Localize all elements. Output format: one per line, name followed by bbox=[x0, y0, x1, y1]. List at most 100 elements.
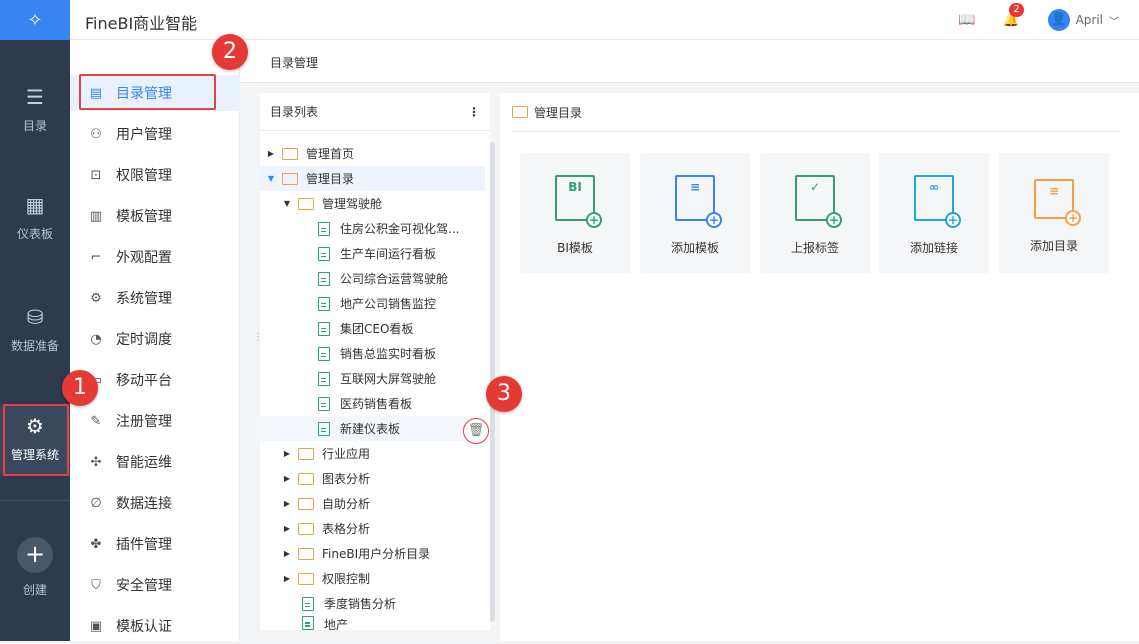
step-marker-1: 1 bbox=[62, 370, 98, 406]
tree-item-report[interactable]: 销售总监实时看板 bbox=[260, 341, 485, 366]
add-report-tag-card[interactable]: ✓ + 上报标签 bbox=[760, 153, 870, 273]
caret-right-icon: ▶ bbox=[283, 499, 291, 508]
step-marker-2: 2 bbox=[212, 34, 248, 70]
add-folder-card[interactable]: ≡ + 添加目录 bbox=[999, 153, 1109, 273]
submenu-item-templates[interactable]: ▥ 模板管理 bbox=[70, 198, 240, 234]
tree-item-label: 住房公积金可视化驾... bbox=[340, 222, 460, 236]
link-icon: ∞ + bbox=[914, 175, 961, 228]
tree-item-report[interactable]: 医药销售看板 bbox=[260, 391, 485, 416]
tree-item-catalog[interactable]: ▼ 管理目录 bbox=[260, 166, 485, 191]
tree-item-label: 自助分析 bbox=[322, 497, 371, 511]
user-menu[interactable]: 👤 April ﹀ bbox=[1047, 9, 1119, 31]
report-icon bbox=[302, 596, 314, 611]
tree-item-report[interactable]: 季度销售分析 bbox=[260, 591, 485, 616]
report-icon bbox=[318, 221, 330, 236]
tree-item-label: 管理目录 bbox=[306, 172, 355, 186]
submenu-item-label: 权限管理 bbox=[116, 168, 172, 184]
create-button[interactable]: + bbox=[17, 537, 53, 573]
certificate-icon: ▣ bbox=[89, 618, 103, 634]
submenu-item-label: 外观配置 bbox=[116, 250, 172, 266]
tree-item-label: 行业应用 bbox=[322, 447, 371, 461]
card-label: 添加目录 bbox=[1029, 239, 1078, 253]
tree-item-folder[interactable]: ▶ 行业应用 bbox=[260, 441, 485, 466]
submenu-item-register[interactable]: ✎ 注册管理 bbox=[70, 403, 240, 439]
register-icon: ✎ bbox=[90, 413, 102, 429]
submenu-item-label: 安全管理 bbox=[116, 578, 172, 594]
rail-item-label: 仪表板 bbox=[16, 227, 53, 241]
submenu-item-security[interactable]: ⛉ 安全管理 bbox=[70, 567, 240, 603]
submenu-item-system[interactable]: ⚙ 系统管理 bbox=[70, 280, 240, 316]
app-logo-icon[interactable]: ✧ bbox=[0, 0, 70, 40]
card-label: 添加模板 bbox=[670, 241, 719, 255]
drag-handle-icon[interactable]: ⋮ bbox=[253, 332, 263, 343]
tree-item-new-dashboard[interactable]: 新建仪表板 bbox=[260, 416, 485, 441]
create-label: 创建 bbox=[22, 583, 47, 597]
tree-item-home[interactable]: ▶ 管理首页 bbox=[260, 141, 485, 166]
folder-icon bbox=[298, 497, 314, 510]
tree-item-label: 表格分析 bbox=[322, 522, 371, 536]
report-icon bbox=[318, 421, 330, 436]
folder-icon bbox=[282, 172, 298, 185]
submenu-item-ops[interactable]: ✣ 智能运维 bbox=[70, 444, 240, 480]
tree-item-label: 医药销售看板 bbox=[340, 397, 413, 411]
add-template-card[interactable]: ≡ + 添加模板 bbox=[640, 153, 750, 273]
rail-item-dashboard[interactable]: ▦ 仪表板 bbox=[0, 193, 70, 242]
submenu-item-label: 注册管理 bbox=[116, 414, 172, 430]
lock-icon: ⊡ bbox=[90, 167, 102, 183]
tree-item-folder[interactable]: ▶ 自助分析 bbox=[260, 491, 485, 516]
tree-item-folder[interactable]: ▶ 权限控制 bbox=[260, 566, 485, 591]
submenu-item-label: 数据连接 bbox=[116, 496, 172, 512]
submenu-item-label: 系统管理 bbox=[116, 291, 172, 307]
tree-item-folder[interactable]: ▶ FineBI用户分析目录 bbox=[260, 541, 485, 566]
app-title: FineBI商业智能 bbox=[85, 14, 198, 33]
submenu-item-permissions[interactable]: ⊡ 权限管理 bbox=[70, 157, 240, 193]
caret-right-icon: ▶ bbox=[283, 449, 291, 458]
submenu-item-plugins[interactable]: ✤ 插件管理 bbox=[70, 526, 240, 562]
rail-item-data-prep[interactable]: ⛁ 数据准备 bbox=[0, 305, 70, 354]
tree-item-report[interactable]: 集团CEO看板 bbox=[260, 316, 485, 341]
folder-icon bbox=[298, 447, 314, 460]
tree-item-report[interactable]: 公司综合运营驾驶舱 bbox=[260, 266, 485, 291]
notification-button[interactable]: 🔔 2 bbox=[1003, 2, 1024, 28]
tree-item-report[interactable]: 地产 bbox=[260, 616, 485, 630]
more-icon[interactable]: ⋮ bbox=[468, 105, 480, 119]
tree-item-label: 新建仪表板 bbox=[340, 422, 401, 436]
tree-item-cockpit[interactable]: ▼ 管理驾驶舱 bbox=[260, 191, 485, 216]
report-icon bbox=[318, 321, 330, 336]
submenu-item-schedule[interactable]: ◔ 定时调度 bbox=[70, 321, 240, 357]
caret-right-icon: ▶ bbox=[283, 574, 291, 583]
tree-item-label: 地产公司销售监控 bbox=[340, 297, 437, 311]
rail-item-label: 目录 bbox=[22, 119, 47, 133]
tree-item-report[interactable]: 生产车间运行看板 bbox=[260, 241, 485, 266]
timer-icon: ◔ bbox=[90, 331, 102, 347]
card-label: 上报标签 bbox=[790, 241, 839, 255]
tree-item-report[interactable]: 住房公积金可视化驾... bbox=[260, 216, 485, 241]
tree-item-folder[interactable]: ▶ 表格分析 bbox=[260, 516, 485, 541]
database-icon: ⛁ bbox=[26, 305, 44, 329]
tree-item-report[interactable]: 互联网大屏驾驶舱 bbox=[260, 366, 485, 391]
trash-button[interactable]: 🗑 bbox=[463, 418, 489, 444]
tree-item-label: 集团CEO看板 bbox=[340, 322, 414, 336]
report-icon bbox=[302, 616, 314, 630]
book-icon[interactable]: 📖 bbox=[958, 12, 975, 28]
user-name: April bbox=[1075, 13, 1103, 27]
tree-item-report[interactable]: 地产公司销售监控 bbox=[260, 291, 485, 316]
tree-item-folder[interactable]: ▶ 图表分析 bbox=[260, 466, 485, 491]
submenu-item-appearance[interactable]: ⌐ 外观配置 bbox=[70, 239, 240, 275]
add-bi-template-card[interactable]: BI + BI模板 bbox=[520, 153, 630, 273]
tree-item-label: 公司综合运营驾驶舱 bbox=[340, 272, 449, 286]
chevron-down-icon: ﹀ bbox=[1109, 16, 1119, 28]
add-link-card[interactable]: ∞ + 添加链接 bbox=[879, 153, 989, 273]
submenu-item-data-connection[interactable]: ∅ 数据连接 bbox=[70, 485, 240, 521]
catalog-content-panel: 管理目录 BI + BI模板 ≡ + 添加模板 ✓ + 上报标签 ∞ + 添加链接 ≡ +… bbox=[500, 93, 1139, 641]
report-icon bbox=[318, 296, 330, 311]
rail-item-catalog[interactable]: ☰ 目录 bbox=[0, 85, 70, 134]
brush-icon: ⌐ bbox=[90, 249, 102, 265]
submenu-item-users[interactable]: ⚇ 用户管理 bbox=[70, 116, 240, 152]
folder-icon bbox=[298, 547, 314, 560]
add-template-icon: ≡ + bbox=[675, 175, 722, 228]
submenu-item-template-cert[interactable]: ▣ 模板认证 bbox=[70, 608, 240, 644]
caret-down-icon: ▼ bbox=[283, 199, 291, 208]
checklist-icon: ✓ + bbox=[795, 175, 842, 228]
tree-item-label: 地产 bbox=[324, 618, 349, 630]
